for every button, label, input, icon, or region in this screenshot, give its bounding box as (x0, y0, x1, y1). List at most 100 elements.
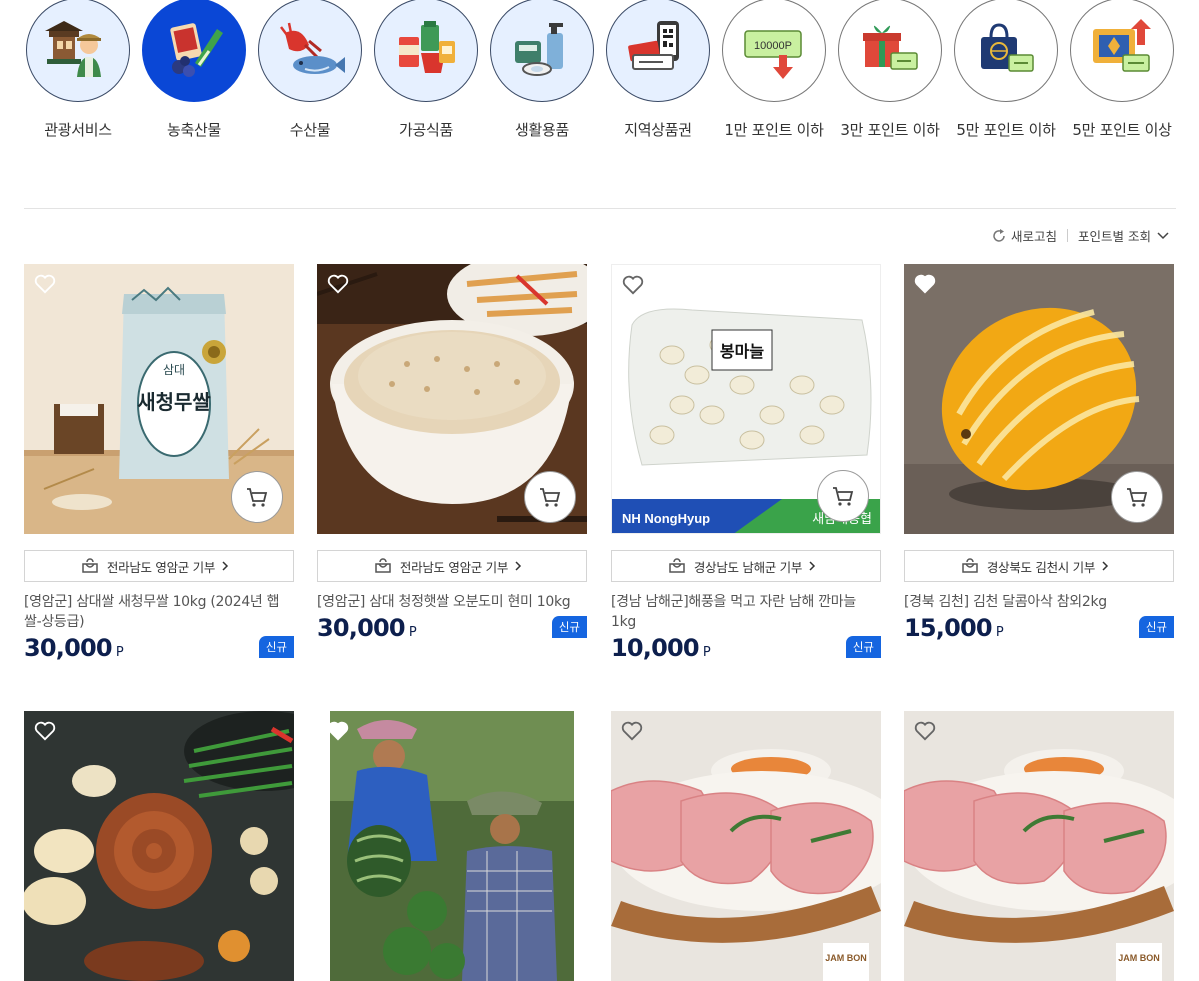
donation-region-link[interactable]: 경상남도 남해군 기부 (611, 550, 881, 582)
product-card[interactable]: JAM BON (904, 711, 1174, 981)
chevron-down-icon (1157, 231, 1169, 239)
product-name[interactable]: [경남 남해군]해풍을 먹고 자란 남해 깐마늘 1kg (611, 592, 881, 632)
new-badge: 신규 (258, 636, 294, 658)
product-image-korean-melon[interactable] (904, 264, 1174, 534)
price-row: 30,000 P 신규 (24, 634, 294, 662)
product-name[interactable]: [영암군] 삼대쌀 새청무쌀 10kg (2024년 햅쌀-상등급) (24, 592, 294, 632)
category-local-voucher[interactable]: 지역상품권 (604, 0, 712, 140)
product-card[interactable]: 전라남도 영암군 기부 [영암군] 삼대 청정햇쌀 오분도미 현미 10kg 3… (317, 264, 587, 642)
household-icon (490, 0, 594, 102)
add-to-cart-button[interactable] (231, 471, 283, 523)
point-card-icon: 10000P (722, 0, 826, 102)
product-price: 15,000 (904, 614, 993, 642)
product-card[interactable]: 경상북도 김천시 기부 [경북 김천] 김천 달콤아삭 참외2kg 15,000… (904, 264, 1174, 642)
product-card[interactable] (317, 711, 587, 981)
cart-icon (833, 487, 854, 506)
product-image-jambon-ham[interactable]: JAM BON (611, 711, 881, 981)
category-under-10k-points[interactable]: 10000P 1만 포인트 이하 (720, 0, 828, 140)
category-over-50k-points[interactable]: 5만 포인트 이상 (1068, 0, 1176, 140)
category-label: 농축산물 (166, 121, 221, 139)
product-card[interactable]: 봉마늘 NH NongHyup 새남해농협 경상남도 남해군 기부 [경남 남해… (611, 264, 881, 662)
point-card-text: 10000P (754, 40, 792, 52)
wishlist-heart-icon[interactable] (914, 721, 936, 741)
product-name[interactable]: [경북 김천] 김천 달콤아삭 참외2kg (904, 592, 1174, 612)
category-produce[interactable]: 농축산물 (140, 0, 248, 140)
price-unit: P (995, 625, 1004, 640)
category-nav: 관광서비스 농축산물 수산물 가공식품 생활용품 지역상품권 10000P 1만… (24, 0, 1176, 150)
gift-box-icon (838, 0, 942, 102)
category-under-50k-points[interactable]: 5만 포인트 이하 (952, 0, 1060, 140)
cart-icon (1127, 488, 1148, 507)
product-image-jambon-ham[interactable]: JAM BON (904, 711, 1174, 981)
banner-left-text: NH NongHyup (622, 511, 710, 526)
category-label: 생활용품 (514, 121, 569, 139)
wishlist-heart-icon[interactable] (327, 721, 349, 741)
new-badge: 신규 (551, 616, 587, 638)
wishlist-heart-icon[interactable] (34, 274, 56, 294)
category-seafood[interactable]: 수산물 (256, 0, 364, 140)
wishlist-heart-icon[interactable] (621, 721, 643, 741)
product-name[interactable]: [영암군] 삼대 청정햇쌀 오분도미 현미 10kg (317, 592, 587, 612)
seafood-icon (258, 0, 362, 102)
chevron-right-icon (809, 561, 816, 571)
category-label: 수산물 (289, 121, 331, 139)
product-image-brown-rice[interactable] (317, 264, 587, 534)
product-image-garlic[interactable]: 봉마늘 NH NongHyup 새남해농협 (611, 264, 881, 534)
donation-region-link[interactable]: 전라남도 영암군 기부 (317, 550, 587, 582)
category-label: 3만 포인트 이하 (840, 121, 940, 139)
price-row: 15,000 P 신규 (904, 614, 1174, 642)
brand-tag-text: JAM BON (825, 953, 867, 963)
chevron-right-icon (1102, 561, 1109, 571)
add-to-cart-button[interactable] (817, 470, 869, 522)
add-to-cart-button[interactable] (1111, 471, 1163, 523)
tour-guide-icon (26, 0, 130, 102)
product-card[interactable]: JAM BON (611, 711, 881, 981)
refresh-icon (993, 228, 1005, 242)
category-label: 관광서비스 (44, 121, 112, 139)
product-card[interactable]: 삼대 새청무쌀 전라남도 영암군 기부 [영암군] 삼대쌀 새청무쌀 10kg … (24, 264, 294, 662)
price-unit: P (702, 645, 711, 660)
add-to-cart-button[interactable] (524, 471, 576, 523)
product-card[interactable] (24, 711, 294, 981)
sort-by-points-dropdown[interactable]: 포인트별 조회 (1078, 226, 1170, 245)
category-label: 1만 포인트 이하 (724, 121, 824, 139)
price-row: 30,000 P 신규 (317, 614, 587, 642)
price-row: 10,000 P 신규 (611, 634, 881, 662)
wishlist-heart-icon[interactable] (34, 721, 56, 741)
refresh-button[interactable]: 새로고침 (991, 226, 1057, 245)
product-price: 30,000 (317, 614, 406, 642)
processed-food-icon (374, 0, 478, 102)
donation-region-link[interactable]: 전라남도 영암군 기부 (24, 550, 294, 582)
list-toolbar: 새로고침 포인트별 조회 (991, 226, 1170, 245)
product-image-rice-bag[interactable]: 삼대 새청무쌀 (24, 264, 294, 534)
premium-box-icon (1070, 0, 1174, 102)
donation-box-icon (375, 558, 391, 573)
price-unit: P (115, 645, 124, 660)
donation-box-icon (669, 558, 685, 573)
product-image-grilled-sausage[interactable] (24, 711, 294, 981)
wishlist-heart-icon[interactable] (914, 274, 936, 294)
category-household[interactable]: 생활용품 (488, 0, 596, 140)
chevron-right-icon (515, 561, 522, 571)
region-label: 전라남도 영암군 기부 (106, 559, 216, 575)
category-label: 지역상품권 (624, 121, 692, 139)
brand-tag-text: JAM BON (1118, 953, 1160, 963)
cart-icon (247, 488, 268, 507)
bag-title-text: 새청무쌀 (137, 390, 211, 414)
category-tour-service[interactable]: 관광서비스 (24, 0, 132, 140)
category-under-30k-points[interactable]: 3만 포인트 이하 (836, 0, 944, 140)
wishlist-heart-icon[interactable] (622, 275, 644, 295)
bag-brand-text: 삼대 (163, 363, 185, 377)
wishlist-heart-icon[interactable] (327, 274, 349, 294)
new-badge: 신규 (845, 636, 881, 658)
donation-region-link[interactable]: 경상북도 김천시 기부 (904, 550, 1174, 582)
region-label: 경상남도 남해군 기부 (693, 559, 803, 575)
product-image-watermelon-farmers[interactable] (317, 711, 587, 981)
pack-label-text: 봉마늘 (720, 342, 764, 361)
sort-label: 포인트별 조회 (1078, 229, 1151, 244)
product-price: 30,000 (24, 634, 113, 662)
produce-icon (142, 0, 246, 102)
category-processed-food[interactable]: 가공식품 (372, 0, 480, 140)
cart-icon (540, 488, 561, 507)
category-label: 5만 포인트 이하 (956, 121, 1056, 139)
